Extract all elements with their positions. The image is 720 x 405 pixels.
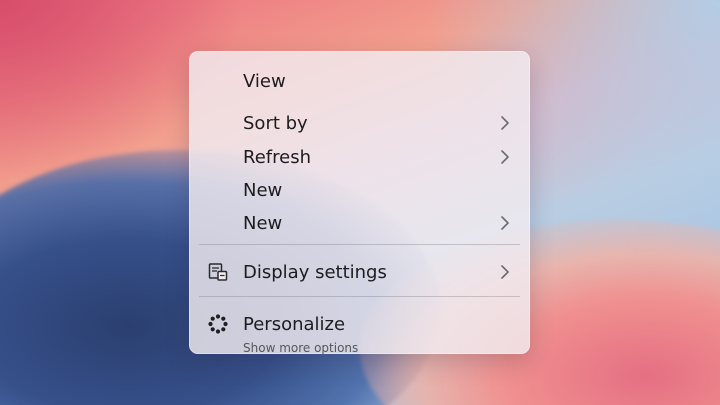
menu-item-display-settings[interactable]: Display settings: [189, 256, 530, 288]
menu-item-label: Display settings: [243, 261, 387, 283]
chevron-right-icon: [500, 115, 510, 131]
desktop-context-menu: View Sort by Refresh New New Display set…: [189, 51, 530, 355]
menu-item-label: Sort by: [243, 112, 308, 134]
menu-item-label: View: [243, 70, 286, 92]
desktop-wallpaper: View Sort by Refresh New New Display set…: [0, 0, 720, 405]
menu-item-label: Refresh: [243, 146, 311, 168]
show-more-options-link[interactable]: Show more options: [243, 341, 358, 355]
display-settings-icon: [207, 261, 229, 283]
menu-item-view[interactable]: View: [189, 65, 530, 97]
menu-item-new-submenu[interactable]: New: [189, 207, 530, 239]
menu-item-sort-by[interactable]: Sort by: [189, 107, 530, 139]
chevron-right-icon: [500, 215, 510, 231]
personalize-icon: [207, 313, 229, 335]
menu-item-personalize[interactable]: Personalize: [189, 308, 530, 340]
menu-item-label: Personalize: [243, 313, 346, 335]
chevron-right-icon: [500, 149, 510, 165]
menu-item-label: New: [243, 179, 283, 201]
menu-divider: [199, 296, 520, 297]
chevron-right-icon: [500, 264, 510, 280]
menu-divider: [199, 244, 520, 245]
menu-item-refresh[interactable]: Refresh: [189, 141, 530, 173]
menu-item-new[interactable]: New: [189, 174, 530, 206]
menu-item-label: New: [243, 212, 283, 234]
